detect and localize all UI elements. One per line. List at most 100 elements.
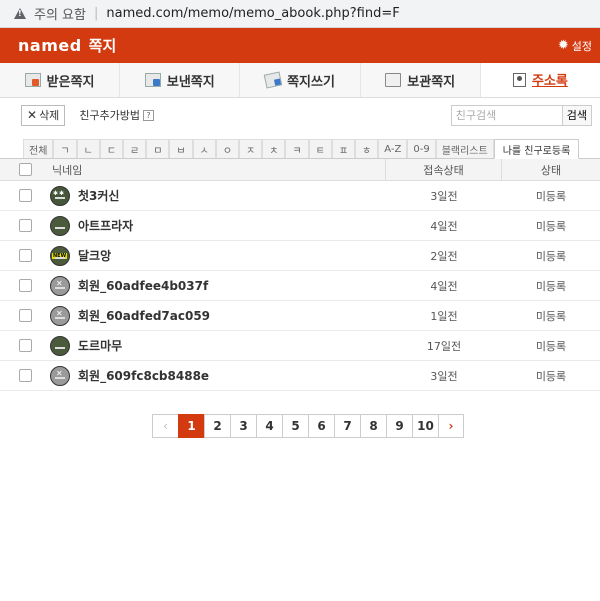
- warning-icon: [14, 8, 26, 19]
- help-icon[interactable]: ?: [143, 109, 155, 121]
- gear-icon: ✹: [557, 38, 569, 53]
- page-button[interactable]: 2: [204, 414, 230, 438]
- row-checkbox[interactable]: [18, 249, 32, 262]
- nickname-cell: 달크앙: [50, 245, 386, 266]
- page-button[interactable]: 3: [230, 414, 256, 438]
- tab-label: 보관쪽지: [407, 74, 456, 90]
- tab-label: 주소록: [531, 74, 568, 89]
- tab-address-book[interactable]: 주소록: [480, 63, 600, 97]
- index-filter-item[interactable]: ㅌ: [308, 139, 332, 158]
- tab-inbox[interactable]: 받은쪽지: [0, 63, 121, 97]
- select-all-checkbox[interactable]: [18, 163, 32, 176]
- add-friend-help[interactable]: 친구추가방법 ?: [79, 107, 155, 123]
- brand: named 쪽지: [18, 35, 116, 56]
- address-book-icon: [512, 72, 526, 87]
- search-button[interactable]: 검색: [562, 104, 592, 126]
- nickname-link[interactable]: 회원_609fc8cb8488e: [78, 367, 209, 384]
- connection-status: 4일전: [430, 279, 458, 293]
- next-page-button[interactable]: ›: [438, 414, 464, 438]
- index-filter-item[interactable]: ㅅ: [192, 139, 216, 158]
- index-filter-item[interactable]: A-Z: [378, 139, 408, 158]
- nickname-link[interactable]: 첫3커신: [78, 187, 119, 204]
- page-button[interactable]: 6: [308, 414, 334, 438]
- index-filter-item[interactable]: 전체: [23, 139, 54, 158]
- row-checkbox[interactable]: [18, 219, 32, 232]
- delete-label: 삭제: [39, 109, 60, 122]
- delete-button[interactable]: ✕ 삭제: [21, 104, 66, 126]
- friend-table: 닉네임 접속상태 상태 첫3커신3일전미등록아트프라자4일전미등록달크앙2일전미…: [0, 159, 600, 391]
- connection-status: 1일전: [430, 309, 458, 323]
- settings-link[interactable]: ✹ 설정: [558, 38, 592, 54]
- level-helmet-icon: [50, 185, 70, 206]
- index-filter-item[interactable]: ㅈ: [239, 139, 263, 158]
- index-filter-item[interactable]: ㄴ: [76, 139, 100, 158]
- index-filter-item[interactable]: 블랙리스트: [435, 139, 494, 158]
- index-filter-item[interactable]: ㄹ: [123, 139, 147, 158]
- connection-status: 2일전: [430, 249, 458, 263]
- index-filter-item[interactable]: ㅎ: [355, 139, 379, 158]
- page-button[interactable]: 9: [386, 414, 412, 438]
- page-button[interactable]: 7: [334, 414, 360, 438]
- page-button[interactable]: 5: [282, 414, 308, 438]
- row-checkbox[interactable]: [18, 189, 32, 202]
- index-filter-item[interactable]: ㅋ: [285, 139, 309, 158]
- page-title: 쪽지: [88, 37, 117, 55]
- registration-status: 미등록: [535, 369, 567, 383]
- address-separator: |: [93, 6, 99, 21]
- index-filter-item[interactable]: 0-9: [407, 139, 436, 158]
- page-button[interactable]: 1: [178, 414, 204, 438]
- sent-icon: [144, 73, 161, 87]
- table-header: 닉네임 접속상태 상태: [0, 159, 600, 181]
- header-nickname: 닉네임: [50, 159, 386, 180]
- logo[interactable]: named: [18, 36, 82, 55]
- index-filter-item[interactable]: ㅍ: [331, 139, 356, 158]
- index-filter-item[interactable]: ㅇ: [215, 139, 240, 158]
- nickname-cell: 회원_60adfee4b037f: [50, 275, 386, 296]
- index-filter: 전체 ㄱㄴㄷㄹㅁㅂㅅㅇㅈㅊㅋㅌㅍㅎ A-Z 0-9 블랙리스트 나를 친구로등록: [0, 139, 600, 159]
- nickname-link[interactable]: 회원_60adfee4b037f: [78, 277, 208, 294]
- table-row: 아트프라자 4일전 미등록: [0, 211, 600, 241]
- table-row: 첫3커신 3일전 미등록: [0, 181, 600, 211]
- index-filter-item[interactable]: 나를 친구로등록: [493, 139, 580, 159]
- security-warning[interactable]: 주의 요함: [34, 4, 86, 23]
- table-row: 도르마무 17일전 미등록: [0, 331, 600, 361]
- tab-sent[interactable]: 보낸쪽지: [120, 63, 241, 97]
- registration-status: 미등록: [535, 189, 567, 203]
- header-connection: 접속상태: [386, 159, 502, 180]
- row-checkbox[interactable]: [18, 369, 32, 382]
- table-row: 회원_609fc8cb8488e 3일전 미등록: [0, 361, 600, 391]
- tab-label: 보낸쪽지: [166, 74, 215, 90]
- compose-icon: [263, 71, 283, 89]
- tab-saved[interactable]: 보관쪽지: [361, 63, 481, 97]
- url-text[interactable]: named.com/memo/memo_abook.php?find=F: [106, 6, 399, 21]
- registration-status: 미등록: [535, 249, 567, 263]
- page-button[interactable]: 4: [256, 414, 282, 438]
- close-icon: ✕: [27, 108, 38, 122]
- address-bar[interactable]: 주의 요함 | named.com/memo/memo_abook.php?fi…: [0, 0, 600, 28]
- row-checkbox[interactable]: [18, 279, 32, 292]
- index-filter-item[interactable]: ㄷ: [99, 139, 124, 158]
- tab-compose[interactable]: 쪽지쓰기: [240, 63, 361, 97]
- settings-label: 설정: [571, 39, 592, 53]
- index-filter-item[interactable]: ㄱ: [53, 139, 77, 158]
- page-button[interactable]: 10: [412, 414, 438, 438]
- nickname-cell: 회원_60adfed7ac059: [50, 305, 386, 326]
- nickname-link[interactable]: 회원_60adfed7ac059: [78, 307, 210, 324]
- memo-tabs: 받은쪽지 보낸쪽지 쪽지쓰기 보관쪽지 주소록: [0, 63, 600, 98]
- level-helmet-icon: [50, 215, 70, 236]
- folder-icon: [385, 73, 402, 87]
- nickname-link[interactable]: 아트프라자: [78, 217, 133, 234]
- row-checkbox[interactable]: [18, 309, 32, 322]
- registration-status: 미등록: [535, 339, 567, 353]
- row-checkbox[interactable]: [18, 339, 32, 352]
- index-filter-item[interactable]: ㅊ: [262, 139, 286, 158]
- nickname-cell: 도르마무: [50, 335, 386, 356]
- search-input[interactable]: [450, 104, 563, 126]
- index-filter-item[interactable]: ㅁ: [146, 139, 170, 158]
- nickname-link[interactable]: 도르마무: [78, 337, 122, 354]
- index-filter-item[interactable]: ㅂ: [169, 139, 193, 158]
- nickname-link[interactable]: 달크앙: [78, 247, 111, 264]
- page-button[interactable]: 8: [360, 414, 386, 438]
- prev-page-button[interactable]: ‹: [152, 414, 178, 438]
- level-helmet-icon: [50, 365, 70, 386]
